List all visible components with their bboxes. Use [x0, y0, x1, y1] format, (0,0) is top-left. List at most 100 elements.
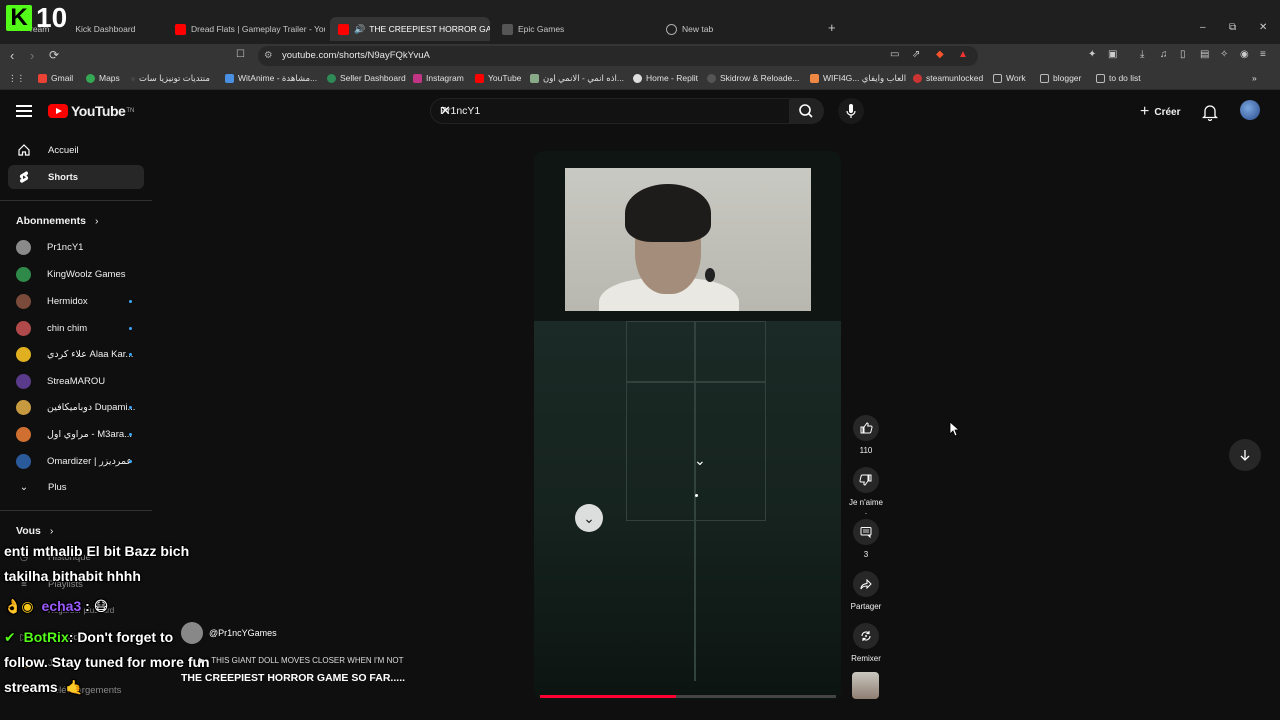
sidebar-sub-item[interactable]: chin chim	[8, 316, 144, 340]
site-info-icon[interactable]: ⚙	[264, 50, 273, 61]
brave-rewards-icon[interactable]: ▲	[958, 49, 968, 60]
new-content-dot	[129, 460, 132, 463]
sidebar-sub-item[interactable]: مراوي اول - M3ara...	[8, 422, 144, 446]
tab-label: Epic Games	[518, 24, 565, 34]
sidebar-sub-item[interactable]: KingWoolz Games	[8, 262, 144, 286]
wallet-icon[interactable]: ▤	[1200, 49, 1209, 60]
logo-text: YouTube	[71, 103, 126, 119]
bookmark-gmail[interactable]: Gmail	[38, 73, 73, 83]
search-input[interactable]: Pr1ncY1 ✕	[430, 98, 790, 124]
chevron-down-icon: ⌄	[19, 481, 29, 493]
menu-hamburger-icon[interactable]	[16, 105, 32, 117]
short-video-player[interactable]: ⌄ ⌄	[534, 151, 841, 700]
sidebar-item-more[interactable]: ⌄ Plus	[8, 475, 144, 499]
sidebar-sub-item[interactable]: Hermidox	[8, 289, 144, 313]
notifications-bell-icon[interactable]	[1202, 103, 1218, 121]
sidebar-sub-item[interactable]: دوباميكافين Dupami...	[8, 395, 144, 419]
media-icon[interactable]: ♫	[1160, 49, 1168, 60]
sidebar-item-label: Shorts	[48, 171, 79, 183]
sidebar-item-shorts[interactable]: Shorts	[8, 165, 144, 189]
bookmark-steamunlocked[interactable]: steamunlocked	[913, 73, 983, 83]
like-button[interactable]: 110	[848, 415, 884, 455]
bookmark-wifi4g[interactable]: WIFI4G... العاب وايفاي	[810, 73, 906, 84]
bookmark-folder-blogger[interactable]: blogger	[1040, 73, 1081, 83]
tab-dread-flats[interactable]: Dread Flats | Gameplay Trailer - YouT	[175, 17, 325, 41]
youtube-favicon-icon	[175, 23, 186, 35]
webcam-feed	[565, 168, 811, 311]
brave-shield-icon[interactable]: ◆	[936, 49, 944, 60]
emote-icon: 😷	[93, 598, 109, 614]
tab-new-tab[interactable]: New tab	[666, 17, 816, 41]
url-text: youtube.com/shorts/N9ayFQkYvuA	[282, 50, 430, 61]
minimize-button[interactable]: –	[1200, 22, 1206, 33]
download-icon[interactable]: ⤓	[1140, 49, 1144, 60]
new-content-dot	[129, 327, 132, 330]
leo-icon[interactable]: ✧	[1220, 49, 1228, 60]
webcam-person-hair	[625, 184, 711, 242]
subscriptions-title[interactable]: Abonnements ›	[16, 215, 98, 227]
channel-link[interactable]: @Pr1ncYGames	[181, 622, 277, 644]
next-short-button[interactable]	[1229, 439, 1261, 471]
back-icon[interactable]: ‹	[10, 48, 14, 63]
bookmark-seller-dashboard[interactable]: Seller Dashboard	[327, 73, 406, 83]
clear-search-icon[interactable]: ✕	[440, 103, 781, 119]
bookmark-skidrow[interactable]: Skidrow & Reloade...	[707, 73, 799, 83]
vpn-icon[interactable]: ◉	[1240, 49, 1249, 60]
apps-icon[interactable]: ⋮⋮	[8, 73, 25, 84]
playlist-title[interactable]: ▶ THIS GIANT DOLL MOVES CLOSER WHEN I'M …	[199, 656, 403, 665]
maximize-button[interactable]: ⧉	[1229, 22, 1236, 33]
reload-icon[interactable]: ⟳	[49, 48, 59, 62]
browser-tabbar: K 10 ream Kick Dashboard Dread Flats | G…	[0, 0, 1280, 44]
tab-epic-games[interactable]: Epic Games	[502, 17, 652, 41]
screenshot-icon[interactable]: ▣	[1108, 49, 1117, 60]
sidebar-item-home[interactable]: Accueil	[8, 138, 144, 162]
youtube-logo[interactable]: YouTube TN	[48, 103, 134, 119]
sidebar-sub-item[interactable]: Omardizer | عمرديزر	[8, 449, 144, 473]
menu-icon[interactable]: ≡	[1260, 49, 1266, 60]
bookmark-folder-work[interactable]: Work	[993, 73, 1026, 83]
you-title[interactable]: Vous ›	[16, 525, 53, 537]
voice-search-button[interactable]	[838, 98, 864, 124]
bookmark-youtube[interactable]: YouTube	[475, 73, 521, 83]
thumbs-down-icon	[859, 474, 872, 486]
forward-icon[interactable]: ›	[30, 48, 34, 63]
bookmark-instagram[interactable]: Instagram	[413, 73, 464, 83]
sidebar-sub-item[interactable]: StreaMAROU	[8, 369, 144, 393]
new-tab-button[interactable]: +	[828, 20, 836, 35]
bookmark-icon[interactable]: ☐	[236, 49, 245, 60]
create-button[interactable]: + Créer	[1140, 103, 1180, 121]
bookmark-folder-todo[interactable]: to do list	[1096, 73, 1141, 83]
dislike-button[interactable]: Je n'aime .	[848, 467, 884, 516]
share-button[interactable]: Partager	[848, 571, 884, 611]
tab-label: New tab	[682, 24, 714, 34]
comment-icon	[860, 527, 872, 539]
remix-button[interactable]: Remixer	[848, 623, 884, 663]
close-window-button[interactable]: ✕	[1259, 22, 1267, 33]
chat-badges-icon: 👌◉	[4, 598, 34, 614]
country-code: TN	[126, 108, 135, 114]
sound-thumbnail[interactable]	[852, 672, 879, 699]
window-frame	[694, 321, 696, 681]
bookmark-anime[interactable]: اذه انمي - الانمي اون...	[530, 73, 624, 84]
sidebar-sub-item[interactable]: علاء كردي Alaa Kar...	[8, 342, 144, 366]
install-icon[interactable]: ▭	[890, 49, 899, 60]
search-button[interactable]	[790, 98, 824, 124]
share-icon[interactable]: ⇗	[912, 49, 920, 60]
address-bar-row: ‹ › ⟳ ☐ ⚙ youtube.com/shorts/N9ayFQkYvuA…	[0, 44, 1280, 68]
sidebar-sub-item[interactable]: Pr1ncY1	[8, 235, 144, 259]
bookmark-witanime[interactable]: WitAnime - مشاهدة...	[225, 73, 317, 84]
new-content-dot	[129, 433, 132, 436]
bookmark-maps[interactable]: Maps	[86, 73, 120, 83]
video-progress-bar[interactable]	[540, 695, 836, 698]
comments-button[interactable]: 3	[848, 519, 884, 559]
more-bookmarks-icon[interactable]: »	[1252, 73, 1257, 83]
bookmark-tunisia-sat[interactable]: منتديات تونيزيا سات	[131, 73, 210, 84]
bookmark-replit[interactable]: Home - Replit	[633, 73, 698, 83]
url-field[interactable]: ⚙ youtube.com/shorts/N9ayFQkYvuA	[258, 46, 978, 66]
bot-badge-icon: ✔	[4, 629, 16, 645]
sidebar-icon[interactable]: ▯	[1180, 49, 1186, 60]
chevron-down-icon[interactable]: ⌄	[575, 504, 603, 532]
account-avatar[interactable]	[1240, 100, 1260, 120]
extensions-icon[interactable]: ✦	[1088, 49, 1096, 60]
tab-creepiest-horror[interactable]: 🔊 THE CREEPIEST HORROR GAM ✕	[330, 17, 490, 41]
